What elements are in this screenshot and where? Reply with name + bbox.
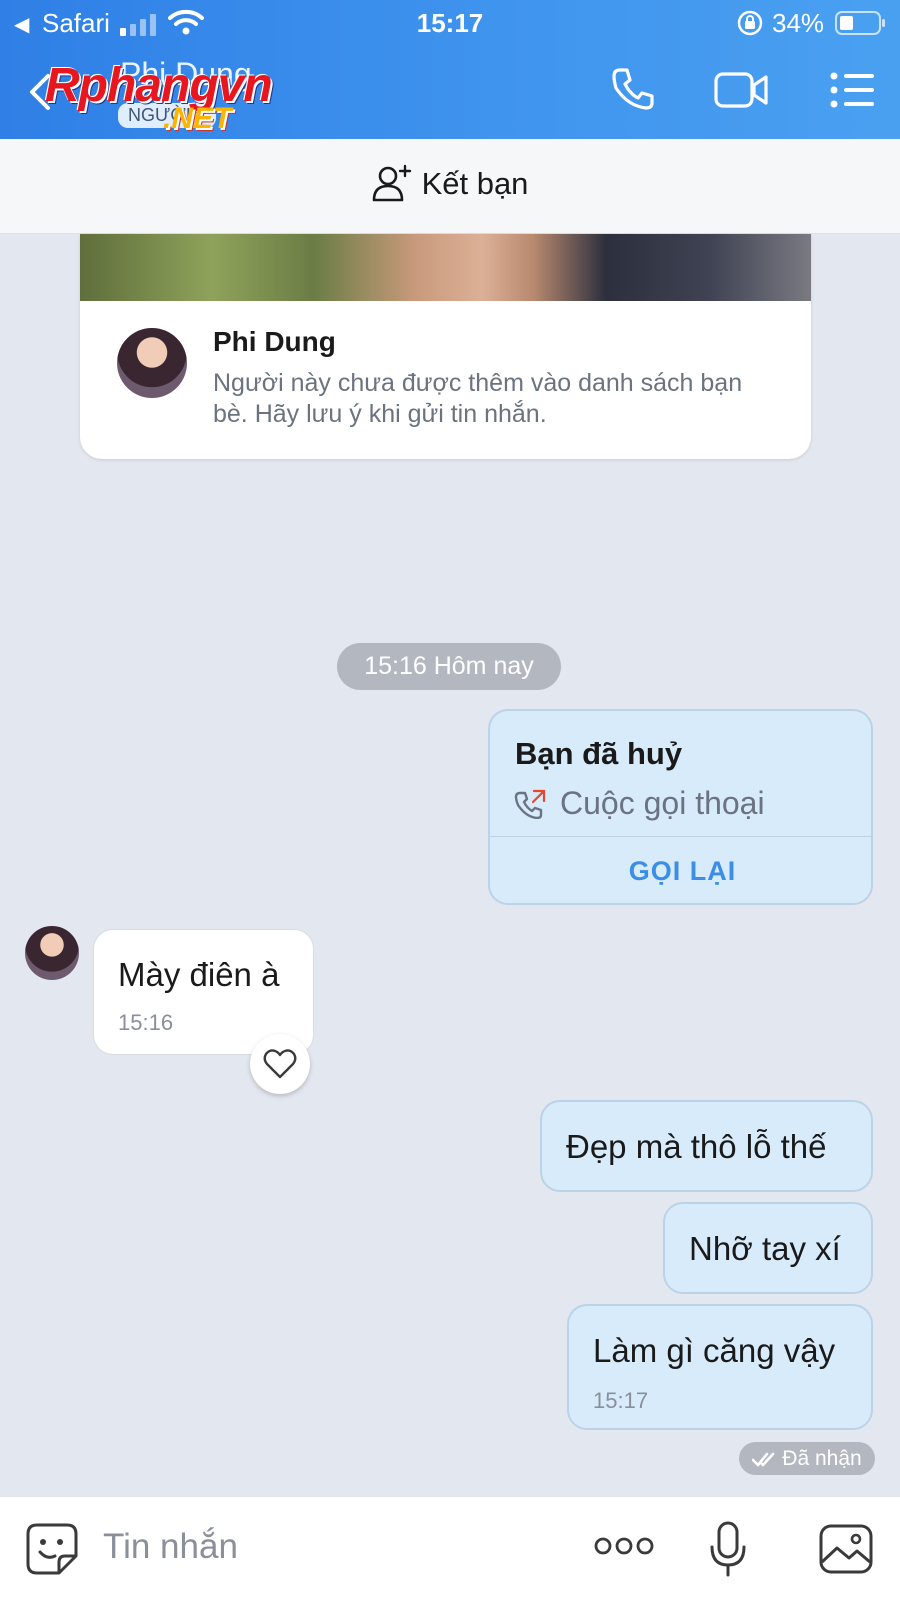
watermark-main-text: Rphangvn [45, 59, 273, 112]
call-type: Cuộc gọi thoại [560, 785, 765, 821]
react-heart-button[interactable] [250, 1034, 310, 1094]
battery-percent: 34% [772, 8, 825, 38]
message-text: Nhỡ tay xí [689, 1230, 841, 1267]
add-friend-label: Kết bạn [421, 166, 529, 201]
more-dots-icon[interactable] [594, 1535, 654, 1562]
watermark-logo: Rphangvn .NET [45, 58, 325, 138]
time-divider: 15:16 Hôm nay [337, 643, 561, 690]
delivery-status-badge: Đã nhận [739, 1442, 875, 1475]
menu-list-icon[interactable] [830, 72, 876, 113]
cover-photo [80, 234, 811, 301]
divider [490, 836, 871, 837]
video-call-icon[interactable] [714, 70, 770, 115]
message-input[interactable]: Tin nhắn [103, 1527, 238, 1567]
outgoing-message-bubble[interactable]: Làm gì căng vậy 15:17 [567, 1304, 873, 1430]
add-friend-icon [372, 164, 411, 202]
profile-name: Phi Dung [213, 326, 336, 357]
stranger-warning-note: Người này chưa được thêm vào danh sách b… [213, 369, 743, 428]
battery-icon [835, 10, 887, 43]
image-icon[interactable] [819, 1524, 873, 1579]
delivery-status-text: Đã nhận [782, 1447, 862, 1470]
message-text: Làm gì căng vậy [593, 1332, 836, 1369]
sender-avatar[interactable] [25, 926, 79, 980]
heart-icon [263, 1049, 297, 1079]
status-time: 15:17 [416, 8, 484, 38]
stranger-profile-card[interactable]: Phi Dung Người này chưa được thêm vào da… [80, 234, 811, 459]
outgoing-message-bubble[interactable]: Đẹp mà thô lỗ thế [540, 1100, 873, 1192]
call-log-card: Bạn đã huỷ Cuộc gọi thoại GỌI LẠI [488, 709, 873, 905]
sticker-icon[interactable] [25, 1522, 79, 1581]
message-time: 15:17 [593, 1388, 649, 1413]
double-check-icon [751, 1452, 775, 1467]
outgoing-call-icon [514, 789, 546, 824]
avatar[interactable] [117, 328, 187, 398]
add-friend-button[interactable]: Kết bạn [0, 164, 900, 202]
outgoing-message-bubble[interactable]: Nhỡ tay xí [663, 1202, 873, 1294]
message-time: 15:16 [118, 1010, 174, 1035]
add-friend-bar[interactable]: Kết bạn [0, 139, 900, 234]
header: ◀ Safari 15:17 34% Phi Dung NGƯỜI L Rpha… [0, 0, 900, 139]
message-text: Đẹp mà thô lỗ thế [566, 1128, 827, 1165]
phone-icon[interactable] [610, 66, 656, 117]
message-input-bar: Tin nhắn [0, 1496, 900, 1600]
message-text: Mày điên à [118, 956, 280, 993]
microphone-icon[interactable] [708, 1521, 748, 1582]
watermark-suffix-text: .NET [163, 102, 232, 135]
rotation-lock-icon [736, 9, 764, 44]
call-status-title: Bạn đã huỷ [515, 736, 683, 771]
call-back-button[interactable]: GỌI LẠI [490, 839, 871, 903]
